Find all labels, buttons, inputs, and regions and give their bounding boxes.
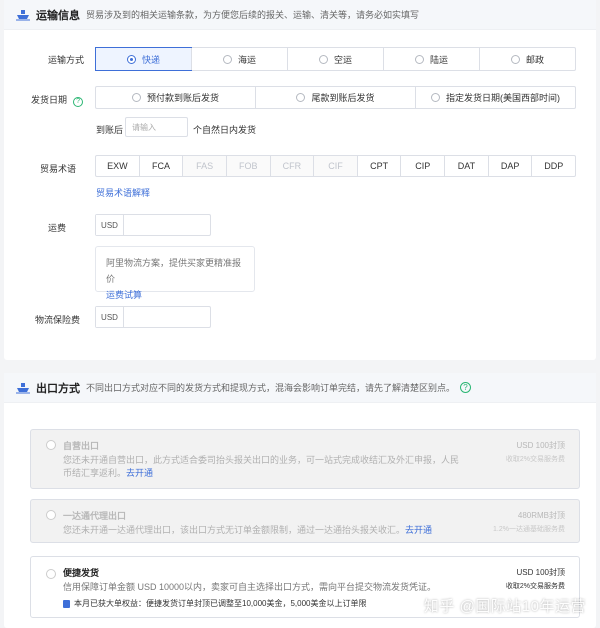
transport-section: 运输信息 贸易涉及到的相关运输条款，为方便您后续的报关、运输、清关等，请务必如实…	[4, 0, 596, 360]
watermark: 知乎 @国际站10年运营	[423, 598, 586, 615]
radio-icon[interactable]	[46, 569, 56, 579]
transport-section-desc: 贸易涉及到的相关运输条款，为方便您后续的报关、运输、清关等，请务必如实填写	[86, 10, 420, 20]
freight-currency: USD	[96, 215, 124, 235]
export-section: 出口方式 不同出口方式对应不同的发货方式和提现方式，混海会影响订单完结，请先了解…	[4, 373, 596, 628]
ship-date-option-prepay[interactable]: 预付款到账后发货	[96, 87, 255, 108]
term-fca[interactable]: FCA	[138, 156, 183, 176]
transport-section-header: 运输信息 贸易涉及到的相关运输条款，为方便您后续的报关、运输、清关等，请务必如实…	[4, 0, 596, 30]
radio-icon	[431, 93, 440, 102]
export-option-title: 一达通代理出口	[63, 511, 127, 521]
insurance-currency: USD	[96, 307, 124, 327]
export-section-desc: 不同出口方式对应不同的发货方式和提现方式，混海会影响订单完结，请先了解清楚区别点…	[86, 383, 456, 393]
term-dat[interactable]: DAT	[444, 156, 488, 176]
export-option-title: 便捷发货	[63, 568, 100, 578]
arrival-suffix: 个自然日内发货	[193, 125, 257, 135]
radio-icon	[46, 510, 56, 520]
benefit-notice: 本月已获大单权益：便捷发货订单封顶已调整至10,000美金，5,000美金以上订…	[63, 598, 367, 609]
transport-method-express[interactable]: 快递	[95, 47, 192, 71]
term-cip[interactable]: CIP	[400, 156, 444, 176]
export-option-fee-note: 收取2%交易服务费	[505, 583, 565, 590]
export-section-header: 出口方式 不同出口方式对应不同的发货方式和提现方式，混海会影响订单完结，请先了解…	[4, 373, 596, 403]
export-option-fee-note: 1.2%一达通基础服务费	[493, 526, 565, 533]
term-ddp[interactable]: DDP	[531, 156, 575, 176]
arrival-prefix: 到账后	[96, 125, 124, 135]
info-icon	[63, 599, 70, 608]
ship-icon	[16, 382, 30, 393]
help-icon[interactable]: ?	[460, 382, 472, 393]
activate-link[interactable]: 去开通	[405, 525, 432, 535]
term-fas: FAS	[182, 156, 226, 176]
ship-date-option-balance[interactable]: 尾款到账后发货	[255, 87, 415, 108]
freight-label: 运费	[47, 223, 66, 233]
insurance-label: 物流保险费	[34, 315, 80, 325]
radio-icon	[126, 54, 136, 64]
export-option-desc: 信用保障订单金额 USD 10000以内，卖家可自主选择出口方式，需向平台提交物…	[63, 582, 437, 592]
term-dap[interactable]: DAP	[487, 156, 532, 176]
export-section-title: 出口方式	[36, 382, 80, 395]
trade-terms-selector: EXW FCA FAS FOB CFR CIF CPT CIP DAT DAP …	[95, 155, 576, 177]
ship-date-option-specified[interactable]: 指定发货日期(美国西部时间)	[415, 87, 575, 108]
export-option-title: 自营出口	[63, 441, 100, 451]
export-option-agent: 一达通代理出口 您还未开通一达通代理出口，该出口方式无订单金额限制，通过一达通抬…	[30, 499, 580, 543]
export-option-desc: 您还未开通一达通代理出口，该出口方式无订单金额限制，通过一达通抬头报关收汇。去开…	[63, 525, 433, 535]
arrival-days-input[interactable]: 请输入	[125, 117, 188, 137]
term-cpt[interactable]: CPT	[356, 156, 401, 176]
radio-icon	[318, 54, 328, 64]
insurance-input[interactable]: USD	[95, 306, 211, 328]
term-fob: FOB	[225, 156, 270, 176]
freight-note: 阿里物流方案，提供买家更精准报价 运费试算	[95, 246, 255, 300]
radio-icon	[131, 93, 141, 102]
ship-icon	[16, 9, 30, 20]
radio-icon	[510, 54, 520, 64]
transport-section-title: 运输信息	[36, 9, 80, 22]
export-option-fee-note: 收取2%交易服务费	[505, 456, 565, 463]
help-icon[interactable]: ?	[73, 97, 84, 107]
transport-method-air[interactable]: 空运	[287, 48, 383, 70]
trade-terms-explain-link[interactable]: 贸易术语解释	[96, 186, 150, 199]
radio-icon	[222, 54, 232, 64]
export-option-fee: USD 100封顶	[516, 441, 565, 450]
ship-date-selector: 预付款到账后发货 尾款到账后发货 指定发货日期(美国西部时间)	[95, 86, 576, 109]
term-cfr: CFR	[269, 156, 314, 176]
export-option-desc: 您还未开通自营出口，此方式适合委司抬头报关出口的业务，可一站式完成收结汇及外汇申…	[63, 455, 460, 478]
freight-note-text: 阿里物流方案，提供买家更精准报价	[106, 258, 242, 284]
term-cif: CIF	[313, 156, 357, 176]
freight-calc-link[interactable]: 运费试算	[106, 287, 244, 303]
transport-method-land[interactable]: 陆运	[383, 48, 479, 70]
trade-terms-label: 贸易术语	[39, 164, 76, 174]
transport-method-post[interactable]: 邮政	[479, 48, 575, 70]
transport-method-sea[interactable]: 海运	[191, 48, 287, 70]
term-exw[interactable]: EXW	[96, 156, 139, 176]
ship-date-label: 发货日期?	[4, 93, 94, 107]
activate-link[interactable]: 去开通	[126, 468, 153, 478]
transport-method-label: 运输方式	[47, 55, 84, 65]
export-option-fee: USD 100封顶	[516, 568, 565, 577]
freight-input[interactable]: USD	[95, 214, 211, 236]
radio-icon	[414, 54, 424, 64]
radio-icon	[46, 440, 56, 450]
radio-icon	[296, 93, 306, 102]
export-option-self: 自营出口 您还未开通自营出口，此方式适合委司抬头报关出口的业务，可一站式完成收结…	[30, 429, 580, 489]
transport-method-selector: 快递 海运 空运 陆运 邮政	[95, 47, 576, 71]
export-option-fee: 480RMB封顶	[517, 511, 565, 520]
